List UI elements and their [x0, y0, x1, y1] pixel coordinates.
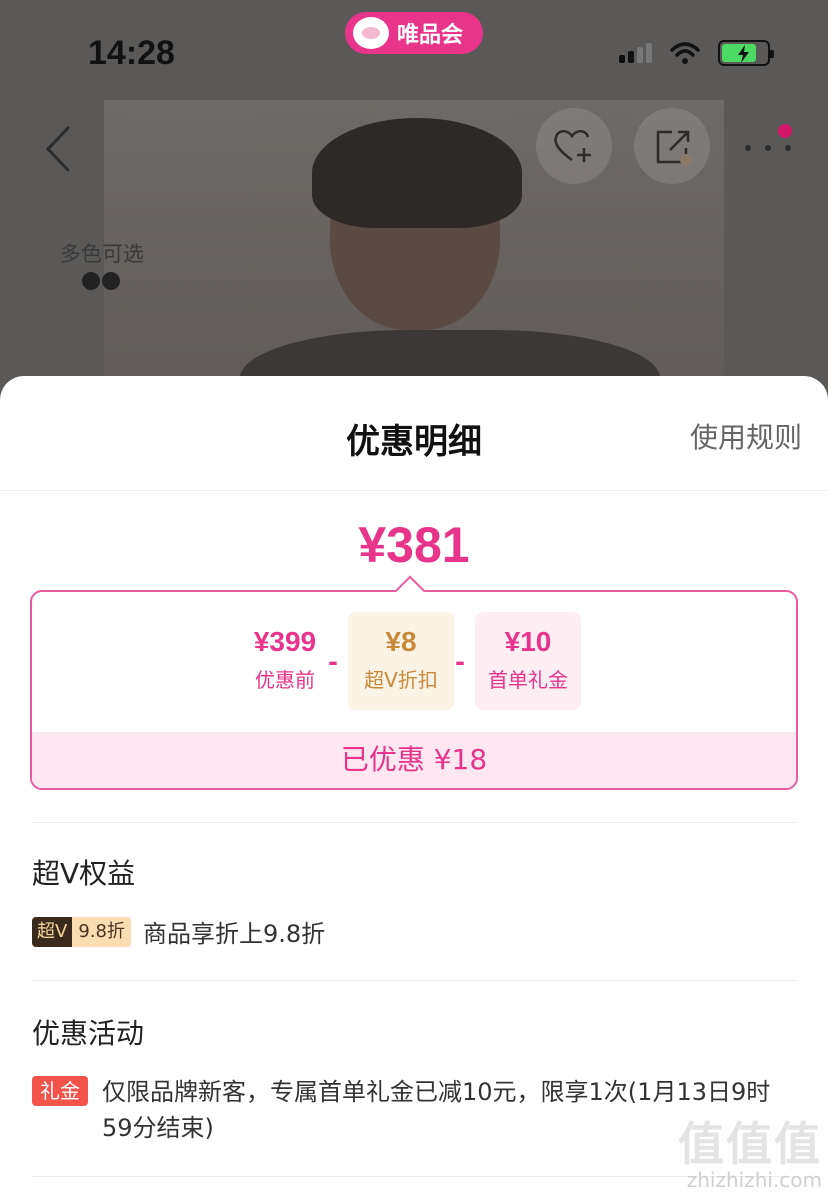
status-icons — [619, 40, 774, 66]
first-order-gift-amount: ¥10 — [504, 626, 552, 657]
share-button[interactable] — [634, 108, 710, 184]
super-v-tag: 超V 9.8折 — [32, 916, 131, 947]
wifi-icon — [670, 42, 700, 64]
gift-tag: 礼金 — [32, 1076, 88, 1106]
divider — [0, 490, 828, 491]
first-order-gift-label: 首单礼金 — [488, 668, 568, 692]
cellular-signal-icon — [619, 43, 652, 63]
minus-operator: - — [455, 648, 465, 676]
promotions-section-title: 优惠活动 — [32, 1017, 145, 1050]
favorite-add-button[interactable] — [536, 108, 612, 184]
brand-logo-icon — [353, 17, 389, 49]
super-v-benefit-text: 商品享折上9.8折 — [142, 920, 326, 948]
usage-rules-link[interactable]: 使用规则 — [690, 416, 802, 456]
super-v-tag-left: 超V — [32, 916, 73, 947]
super-v-benefit: 超V 9.8折 商品享折上9.8折 — [32, 914, 325, 949]
price-before-amount: ¥399 — [253, 626, 317, 657]
total-saved: 已优惠 ¥18 — [32, 732, 796, 788]
final-price: ¥381 — [358, 517, 470, 573]
brand-name: 唯品会 — [397, 23, 464, 48]
super-v-section-title: 超V权益 — [32, 857, 136, 890]
product-backdrop: 14:28 唯品会 多色可选 — [0, 0, 828, 420]
back-icon[interactable] — [40, 122, 80, 176]
price-before-label: 优惠前 — [255, 668, 315, 692]
watermark-url: zhizhizhi.com — [686, 1168, 822, 1192]
minus-operator: - — [328, 648, 338, 676]
super-v-discount-label: 超V折扣 — [364, 668, 438, 692]
price-before-discount: ¥399 优惠前 — [232, 612, 338, 710]
share-icon — [656, 130, 692, 166]
status-time: 14:28 — [88, 34, 175, 72]
super-v-discount: ¥8 超V折扣 — [348, 612, 454, 710]
watermark: 值值值 zhizhizhi.com — [678, 1108, 822, 1192]
brand-badge: 唯品会 — [345, 12, 483, 54]
first-order-gift: ¥10 首单礼金 — [475, 612, 581, 710]
super-v-discount-amount: ¥8 — [385, 626, 417, 657]
discount-detail-sheet: 优惠明细 使用规则 ¥381 ¥399 优惠前 - ¥8 超V折扣 - ¥10 … — [0, 376, 828, 1194]
divider — [32, 980, 796, 981]
battery-icon — [718, 40, 774, 66]
divider — [32, 822, 796, 823]
favorite-add-icon — [554, 130, 591, 162]
color-swatches[interactable] — [82, 272, 120, 290]
super-v-tag-right: 9.8折 — [72, 916, 131, 947]
notification-dot — [778, 124, 792, 138]
colors-available-label: 多色可选 — [60, 242, 144, 266]
price-calculation: ¥399 优惠前 - ¥8 超V折扣 - ¥10 首单礼金 — [32, 612, 796, 712]
price-breakdown: ¥399 优惠前 - ¥8 超V折扣 - ¥10 首单礼金 已优惠 ¥18 — [30, 590, 798, 790]
watermark-logo: 值值值 — [678, 1117, 822, 1171]
product-photo-hair — [312, 118, 522, 228]
